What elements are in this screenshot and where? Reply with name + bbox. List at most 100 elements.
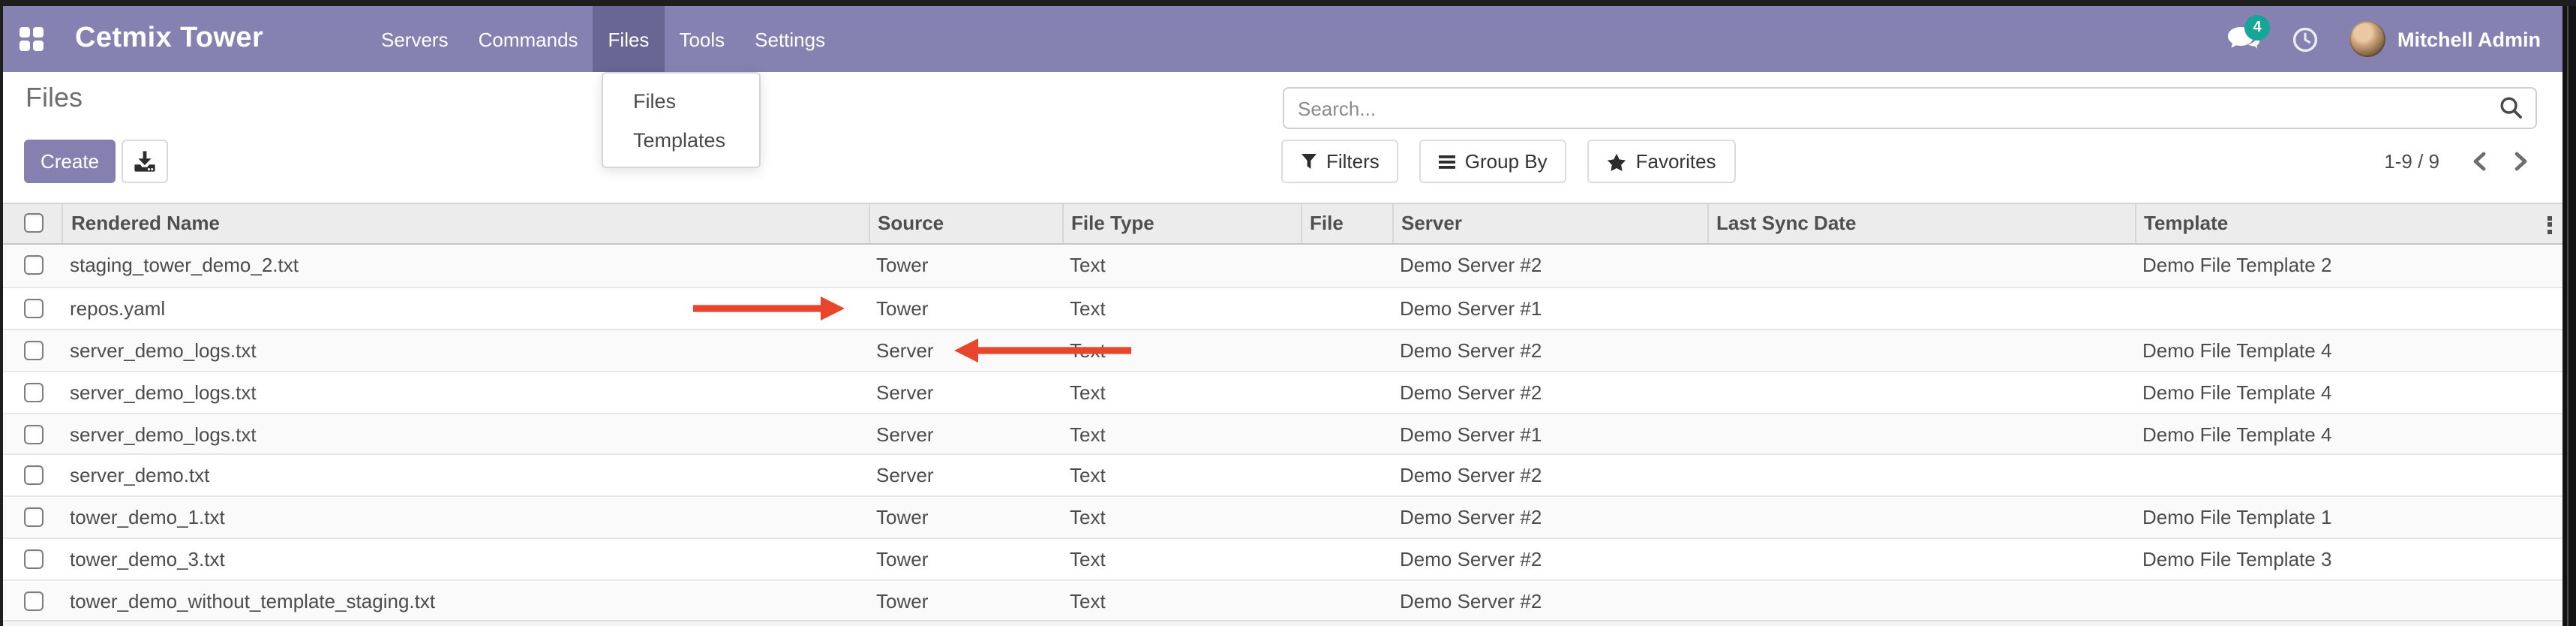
cell-file-type: Text: [1061, 330, 1300, 371]
cell-rendered-name: server_demo_logs.txt: [62, 372, 868, 412]
checkbox-cell: [0, 372, 62, 412]
row-checkbox[interactable]: [24, 424, 44, 444]
pager-next-icon[interactable]: [2505, 146, 2535, 176]
search-icon[interactable]: [2499, 96, 2523, 120]
column-header-file-type[interactable]: File Type: [1061, 203, 1300, 243]
cell-file-type: Text: [1061, 456, 1300, 496]
nav-item-commands[interactable]: Commands: [464, 6, 593, 72]
cell-last-sync-date: [1707, 245, 2134, 287]
user-menu[interactable]: Mitchell Admin: [2397, 6, 2541, 72]
brand-title[interactable]: Cetmix Tower: [75, 6, 263, 72]
checkbox-cell: [0, 330, 62, 371]
cell-last-sync-date: [1707, 372, 2134, 412]
cell-template: Demo File Template 1: [2134, 498, 2562, 538]
scrollbar-strip[interactable]: [2562, 0, 2576, 626]
files-menu-item-files[interactable]: Files: [603, 81, 759, 120]
cell-template: Demo File Template 4: [2134, 414, 2562, 454]
column-header-file[interactable]: File: [1300, 203, 1392, 243]
table-row[interactable]: server_demo_logs.txtServerTextDemo Serve…: [0, 370, 2562, 412]
nav-item-servers[interactable]: Servers: [366, 6, 464, 72]
select-all-checkbox[interactable]: [24, 214, 44, 233]
nav-item-files[interactable]: Files: [593, 6, 665, 72]
cell-rendered-name: server_demo_logs.txt: [62, 330, 868, 371]
files-menu-item-templates[interactable]: Templates: [603, 120, 759, 159]
export-button[interactable]: [122, 140, 168, 183]
cell-source: Server: [868, 372, 1061, 412]
cell-source: Server: [868, 414, 1061, 454]
cell-file-type: Text: [1061, 498, 1300, 538]
activities-clock-icon[interactable]: [2292, 27, 2318, 53]
checkbox-cell: [0, 245, 62, 287]
optional-columns-toggle-icon[interactable]: [2547, 215, 2552, 233]
top-navbar: Cetmix Tower ServersCommandsFilesToolsSe…: [0, 6, 2562, 72]
row-checkbox[interactable]: [24, 340, 44, 360]
row-checkbox[interactable]: [24, 299, 44, 318]
download-icon: [132, 149, 158, 174]
checkbox-cell: [0, 539, 62, 579]
cell-rendered-name: tower_demo_without_template_staging.txt: [62, 581, 868, 621]
table-row[interactable]: staging_tower_demo_2.txtTowerTextDemo Se…: [0, 245, 2562, 287]
table-row[interactable]: server_demo.txtServerTextDemo Server #2: [0, 454, 2562, 496]
table-body: staging_tower_demo_2.txtTowerTextDemo Se…: [0, 245, 2562, 621]
nav-item-tools[interactable]: Tools: [664, 6, 740, 72]
table-header-row: Rendered NameSourceFile TypeFileServerLa…: [0, 203, 2562, 245]
nav-item-settings[interactable]: Settings: [740, 6, 840, 72]
cell-server: Demo Server #2: [1392, 245, 1707, 287]
cell-file: [1300, 330, 1392, 371]
table-row[interactable]: tower_demo_without_template_staging.txtT…: [0, 579, 2562, 621]
table-row[interactable]: tower_demo_1.txtTowerTextDemo Server #2D…: [0, 496, 2562, 538]
user-avatar[interactable]: [2349, 21, 2385, 57]
column-header-server[interactable]: Server: [1392, 203, 1707, 243]
column-header-source[interactable]: Source: [868, 203, 1061, 243]
cell-file-type: Text: [1061, 414, 1300, 454]
cell-file: [1300, 372, 1392, 412]
cell-template: [2134, 456, 2562, 496]
main-menu: ServersCommandsFilesToolsSettings: [366, 6, 840, 72]
row-checkbox[interactable]: [24, 549, 44, 569]
table-row[interactable]: repos.yamlTowerTextDemo Server #1: [0, 287, 2562, 329]
message-count-badge: 4: [2244, 15, 2270, 41]
row-checkbox[interactable]: [24, 256, 44, 275]
cell-file: [1300, 245, 1392, 287]
cell-server: Demo Server #1: [1392, 414, 1707, 454]
page-title: Files: [26, 83, 83, 114]
table-row[interactable]: server_demo_logs.txtServerTextDemo Serve…: [0, 412, 2562, 454]
cell-source: Server: [868, 456, 1061, 496]
cell-server: Demo Server #2: [1392, 330, 1707, 371]
cell-rendered-name: tower_demo_1.txt: [62, 498, 868, 538]
row-checkbox[interactable]: [24, 508, 44, 528]
cell-server: Demo Server #2: [1392, 581, 1707, 621]
pager-value[interactable]: 1-9 / 9: [2384, 150, 2439, 173]
search-options: Filters Group By Favorites: [1281, 140, 1736, 183]
cell-last-sync-date: [1707, 498, 2134, 538]
row-checkbox[interactable]: [24, 382, 44, 402]
search-bar: [1283, 87, 2537, 129]
favorites-button[interactable]: Favorites: [1588, 140, 1736, 183]
window-top-border: [0, 0, 2576, 6]
column-header-rendered-name[interactable]: Rendered Name: [62, 203, 868, 243]
cell-source: Tower: [868, 498, 1061, 538]
cell-file: [1300, 414, 1392, 454]
create-button[interactable]: Create: [24, 140, 116, 183]
cell-template: [2134, 581, 2562, 621]
cell-file-type: Text: [1061, 581, 1300, 621]
row-checkbox[interactable]: [24, 591, 44, 611]
checkbox-cell: [0, 581, 62, 621]
group-by-icon: [1440, 154, 1456, 169]
cell-file: [1300, 456, 1392, 496]
table-row[interactable]: server_demo_logs.txtServerTextDemo Serve…: [0, 329, 2562, 371]
filters-button[interactable]: Filters: [1281, 140, 1399, 183]
group-by-button[interactable]: Group By: [1420, 140, 1567, 183]
row-checkbox[interactable]: [24, 466, 44, 486]
cell-file: [1300, 581, 1392, 621]
cell-last-sync-date: [1707, 456, 2134, 496]
column-header-last-sync-date[interactable]: Last Sync Date: [1707, 203, 2134, 243]
apps-grid-icon[interactable]: [17, 26, 45, 53]
cell-template: Demo File Template 4: [2134, 330, 2562, 371]
cell-source: Tower: [868, 581, 1061, 621]
search-input[interactable]: [1284, 97, 2499, 119]
table-row[interactable]: tower_demo_3.txtTowerTextDemo Server #2D…: [0, 537, 2562, 579]
pager-previous-icon[interactable]: [2463, 146, 2493, 176]
cell-server: Demo Server #2: [1392, 456, 1707, 496]
column-header-template[interactable]: Template: [2134, 203, 2562, 243]
